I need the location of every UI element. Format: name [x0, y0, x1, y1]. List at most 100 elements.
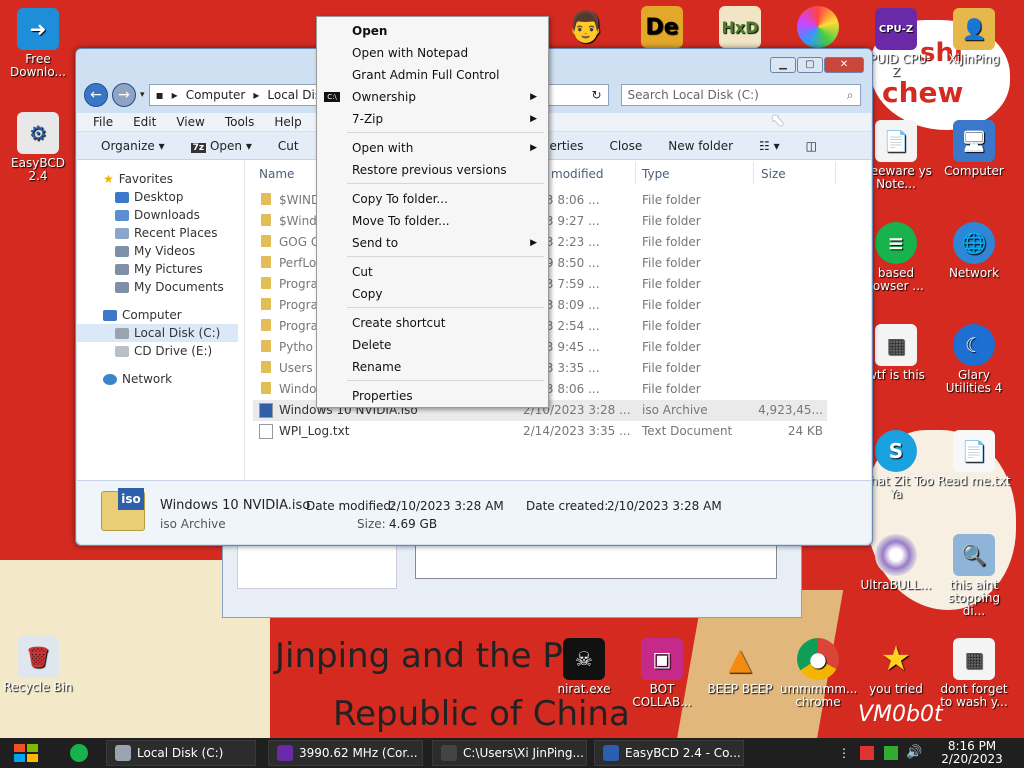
desktop-icon-easybcd[interactable]: ⚙ EasyBCD 2.4	[0, 112, 76, 183]
taskbar-item-easybcd[interactable]: EasyBCD 2.4 - Co...	[594, 740, 744, 766]
wallpaper-signature: VM0b0t	[858, 702, 943, 727]
desktop-icon-chrome[interactable]: ● ummmmm... chrome	[780, 638, 858, 709]
gold-star-icon: ★	[880, 638, 912, 679]
videos-icon	[115, 245, 129, 257]
desktop-icon-dont-forget[interactable]: ▦ dont forget to wash y...	[936, 638, 1012, 709]
desktop-icon-readme[interactable]: 📄 Read me.txt	[936, 430, 1012, 488]
desktop-icon-you-tried[interactable]: ★ you tried	[858, 638, 934, 696]
menu-item-ownership[interactable]: C:\ Ownership ▶	[318, 87, 547, 107]
menu-item-open-with-notepad[interactable]: Open with Notepad	[318, 43, 547, 63]
forward-arrow-icon[interactable]: →	[112, 83, 136, 107]
refresh-icon[interactable]: ↻	[591, 88, 601, 102]
table-row[interactable]: WPI_Log.txt 2/14/2023 3:35 ... Text Docume…	[253, 421, 827, 442]
nav-desktop[interactable]: Desktop	[77, 188, 244, 206]
desktop-icon-this-aint[interactable]: 🔍 this aint stopping di...	[936, 534, 1012, 618]
maximize-button[interactable]: ▢	[797, 57, 823, 73]
tray-network-icon[interactable]	[884, 746, 898, 760]
desktop-icon-network[interactable]: 🌐 Network	[936, 222, 1012, 280]
wallpaper-text-bottom-1: Jinping and the P	[275, 636, 563, 676]
desktop-icon-hxd[interactable]: HxD	[702, 6, 778, 51]
desktop-icon-xijinping[interactable]: 👤 XiJinPing	[936, 8, 1012, 66]
close-window-button[interactable]: ✕	[824, 57, 864, 73]
nav-favorites[interactable]: ★ Favorites	[77, 170, 244, 188]
hxd-icon: HxD	[719, 6, 761, 48]
menu-view[interactable]: View	[176, 115, 204, 129]
file-type: File folder	[642, 319, 701, 333]
menu-item-move-to-folder[interactable]: Move To folder...	[318, 211, 547, 231]
organize-button[interactable]: Organize ▾	[101, 139, 165, 153]
nav-my-documents[interactable]: My Documents	[77, 278, 244, 296]
menu-item-copy[interactable]: Copy	[318, 284, 547, 304]
start-button[interactable]	[8, 740, 44, 766]
taskbar-item-7zip[interactable]: C:\Users\Xi JinPing...	[432, 740, 587, 766]
tray-more-icon[interactable]: ⋮	[838, 746, 850, 760]
desktop-icon-de[interactable]: De	[624, 6, 700, 51]
breadcrumb-computer[interactable]: Computer	[186, 88, 246, 102]
documents-icon	[115, 281, 129, 293]
menu-item-restore-previous[interactable]: Restore previous versions	[318, 160, 547, 180]
minimize-button[interactable]: ▁	[770, 57, 796, 73]
tray-flag-icon[interactable]	[860, 746, 874, 760]
desktop-icon-label: EasyBCD 2.4	[11, 156, 65, 183]
clock[interactable]: 8:16 PM 2/20/2023	[934, 740, 1010, 766]
desktop-icon-computer[interactable]: 🖥 Computer	[936, 120, 1012, 178]
desktop-icon-free-download[interactable]: ➜ Free Downlo...	[0, 8, 76, 79]
nav-cd-drive[interactable]: CD Drive (E:)	[77, 342, 244, 360]
menu-item-send-to[interactable]: Send to ▶	[318, 233, 547, 253]
menu-item-grant-admin[interactable]: Grant Admin Full Control	[318, 65, 547, 85]
menu-item-copy-to-folder[interactable]: Copy To folder...	[318, 189, 547, 209]
column-type[interactable]: Type	[636, 160, 754, 188]
close-button[interactable]: Close	[610, 139, 643, 153]
menu-item-7zip[interactable]: 7-Zip ▶	[318, 109, 547, 129]
menu-file[interactable]: File	[93, 115, 113, 129]
nav-computer[interactable]: Computer	[77, 306, 244, 324]
desktop-icon-recycle-bin[interactable]: 🗑 Recycle Bin	[0, 636, 76, 694]
nav-local-disk[interactable]: Local Disk (C:)	[77, 324, 238, 342]
desktop-icon-colorful[interactable]	[780, 6, 856, 51]
taskbar-item-local-disk[interactable]: Local Disk (C:)	[106, 740, 256, 766]
menu-item-open[interactable]: Open	[318, 21, 547, 41]
menu-item-label: Send to	[352, 236, 399, 250]
nav-label: CD Drive (E:)	[134, 344, 213, 358]
pinned-browser-icon[interactable]	[70, 744, 88, 762]
desktop-icon-beep[interactable]: ▲ BEEP BEEP	[702, 638, 778, 696]
nav-my-videos[interactable]: My Videos	[77, 242, 244, 260]
menu-item-cut[interactable]: Cut	[318, 262, 547, 282]
open-button[interactable]: 7z Open ▾	[190, 139, 252, 153]
preview-pane-icon[interactable]: ◫	[806, 139, 817, 153]
nav-downloads[interactable]: Downloads	[77, 206, 244, 224]
desktop-icon-bot-collab[interactable]: ▣ BOT COLLAB...	[624, 638, 700, 709]
computer-search-icon: 🔍	[953, 534, 995, 576]
nav-recent-places[interactable]: Recent Places	[77, 224, 244, 242]
desktop-icon-nirat[interactable]: ☠ nirat.exe	[546, 638, 622, 696]
column-size[interactable]: Size	[755, 160, 835, 188]
tray-volume-icon[interactable]: 🔊	[906, 745, 922, 760]
menu-item-open-with[interactable]: Open with ▶	[318, 138, 547, 158]
search-input[interactable]: Search Local Disk (C:) ⌕	[620, 84, 861, 106]
new-folder-button[interactable]: New folder	[668, 139, 733, 153]
desktop-icon-doctor[interactable]: 👨	[548, 6, 624, 51]
file-name: WPI_Log.txt	[279, 424, 350, 438]
cd-drive-icon	[115, 345, 129, 357]
menu-item-create-shortcut[interactable]: Create shortcut	[318, 313, 547, 333]
menu-item-delete[interactable]: Delete	[318, 335, 547, 355]
history-chevron-icon[interactable]: ▾	[140, 90, 145, 100]
nav-label: Network	[122, 372, 173, 386]
desktop-icon-glary[interactable]: ☾ Glary Utilities 4	[936, 324, 1012, 395]
menu-item-properties[interactable]: Properties	[318, 386, 547, 406]
submenu-arrow-icon: ▶	[530, 92, 537, 102]
menu-tools[interactable]: Tools	[225, 115, 255, 129]
nav-network[interactable]: Network	[77, 370, 244, 388]
cut-button[interactable]: Cut	[278, 139, 299, 153]
menu-edit[interactable]: Edit	[133, 115, 156, 129]
details-pane: iso Windows 10 NVIDIA.iso Date modified:…	[77, 480, 871, 544]
menu-help[interactable]: Help	[274, 115, 301, 129]
file-type: File folder	[642, 340, 701, 354]
taskbar-item-cpuz[interactable]: 3990.62 MHz (Cor...	[268, 740, 423, 766]
menu-item-rename[interactable]: Rename	[318, 357, 547, 377]
column-date-modified[interactable]: modified	[545, 160, 645, 188]
nav-my-pictures[interactable]: My Pictures	[77, 260, 244, 278]
submenu-arrow-icon: ▶	[530, 114, 537, 124]
view-options-icon[interactable]: ☷ ▾	[759, 139, 780, 153]
back-arrow-icon[interactable]: ←	[84, 83, 108, 107]
